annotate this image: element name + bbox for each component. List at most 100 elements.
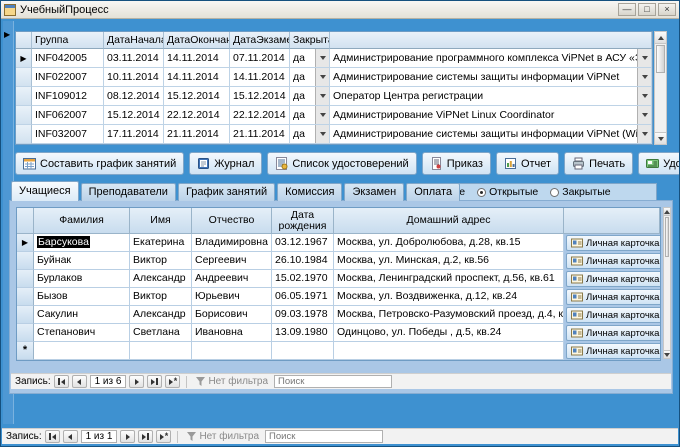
start-date-cell[interactable]: 03.11.2014: [104, 49, 164, 68]
journal-button[interactable]: Журнал: [189, 152, 262, 175]
dropdown-arrow-icon[interactable]: [637, 87, 651, 105]
scrollbar-thumb[interactable]: [665, 217, 669, 257]
column-header-firstname[interactable]: Имя: [130, 208, 192, 234]
row-selector[interactable]: [16, 68, 32, 87]
start-date-cell[interactable]: 10.11.2014: [104, 68, 164, 87]
new-record-button[interactable]: *: [156, 430, 171, 443]
birthdate-cell[interactable]: 06.05.1971: [272, 288, 334, 306]
new-record-button[interactable]: *: [165, 375, 180, 388]
first-record-button[interactable]: [45, 430, 60, 443]
row-selector[interactable]: ▶: [16, 49, 32, 68]
certificate-button[interactable]: Удостоверение: [638, 152, 680, 175]
dropdown-arrow-icon[interactable]: [637, 125, 651, 143]
column-header-address[interactable]: Домашний адрес: [334, 208, 564, 234]
closed-cell[interactable]: да: [290, 49, 330, 68]
personal-card-button[interactable]: Личная карточка: [566, 325, 660, 341]
scroll-down-button[interactable]: [655, 132, 666, 144]
make-schedule-button[interactable]: Составить график занятий: [15, 152, 184, 175]
personal-card-button[interactable]: Личная карточка: [566, 307, 660, 323]
last-record-button[interactable]: [147, 375, 162, 388]
search-input[interactable]: [265, 430, 383, 443]
address-cell[interactable]: Москва, Ленинградский проспект, д.56, кв…: [334, 270, 564, 288]
firstname-cell[interactable]: Александр: [130, 306, 192, 324]
firstname-cell[interactable]: [130, 342, 192, 360]
lastname-cell[interactable]: Бурлаков: [34, 270, 130, 288]
lastname-cell[interactable]: Степанович: [34, 324, 130, 342]
firstname-cell[interactable]: Екатерина: [130, 234, 192, 252]
firstname-cell[interactable]: Виктор: [130, 288, 192, 306]
title-bar[interactable]: УчебныйПроцесс — □ ×: [1, 1, 679, 19]
previous-record-button[interactable]: [72, 375, 87, 388]
column-header-course[interactable]: [330, 32, 652, 49]
personal-card-button[interactable]: Личная карточка: [566, 253, 660, 269]
address-cell[interactable]: Одинцово, ул. Победы , д.5, кв.24: [334, 324, 564, 342]
tab-commission[interactable]: Комиссия: [277, 183, 342, 201]
group-cell[interactable]: INF109012: [32, 87, 104, 106]
start-date-cell[interactable]: 08.12.2014: [104, 87, 164, 106]
lastname-cell[interactable]: Сакулин: [34, 306, 130, 324]
address-cell[interactable]: [334, 342, 564, 360]
tab-students[interactable]: Учащиеся: [11, 181, 79, 201]
column-header-exam-date[interactable]: ДатаЭкзамена: [230, 32, 290, 49]
next-record-button[interactable]: [120, 430, 135, 443]
group-cell[interactable]: INF062007: [32, 106, 104, 125]
order-button[interactable]: Приказ: [422, 152, 491, 175]
scroll-up-button[interactable]: [664, 208, 670, 216]
groups-vertical-scrollbar[interactable]: [654, 31, 667, 145]
row-selector[interactable]: [16, 87, 32, 106]
close-button[interactable]: ×: [658, 3, 676, 16]
lastname-cell[interactable]: [34, 342, 130, 360]
row-selector[interactable]: [17, 270, 34, 288]
start-date-cell[interactable]: 17.11.2014: [104, 125, 164, 144]
minimize-button[interactable]: —: [618, 3, 636, 16]
course-cell[interactable]: Администрирование системы защиты информа…: [330, 68, 652, 87]
row-selector[interactable]: [16, 125, 32, 144]
radio-selected-icon[interactable]: [477, 188, 486, 197]
middlename-cell[interactable]: Андреевич: [192, 270, 272, 288]
dropdown-arrow-icon[interactable]: [315, 68, 329, 86]
dropdown-arrow-icon[interactable]: [315, 49, 329, 67]
select-all-corner[interactable]: [16, 32, 32, 49]
last-record-button[interactable]: [138, 430, 153, 443]
column-header-end-date[interactable]: ДатаОкончания: [164, 32, 230, 49]
middlename-cell[interactable]: [192, 342, 272, 360]
tab-schedule[interactable]: График занятий: [178, 183, 275, 201]
lastname-cell[interactable]: Буйнак: [34, 252, 130, 270]
radio-icon[interactable]: [550, 188, 559, 197]
scroll-down-button[interactable]: [664, 350, 670, 358]
row-selector[interactable]: [17, 324, 34, 342]
middlename-cell[interactable]: Борисович: [192, 306, 272, 324]
exam-date-cell[interactable]: 14.11.2014: [230, 68, 290, 87]
search-input[interactable]: [274, 375, 392, 388]
middlename-cell[interactable]: Юрьевич: [192, 288, 272, 306]
dropdown-arrow-icon[interactable]: [637, 106, 651, 124]
report-button[interactable]: Отчет: [496, 152, 559, 175]
row-selector[interactable]: [17, 306, 34, 324]
end-date-cell[interactable]: 14.11.2014: [164, 49, 230, 68]
dropdown-arrow-icon[interactable]: [637, 49, 651, 67]
filter-option-open[interactable]: Открытые: [477, 186, 538, 198]
address-cell[interactable]: Москва, Петровско-Разумовский проезд, д.…: [334, 306, 564, 324]
certificates-list-button[interactable]: Список удостоверений: [267, 152, 416, 175]
maximize-button[interactable]: □: [638, 3, 656, 16]
course-cell[interactable]: Администрирование системы защиты информа…: [330, 125, 652, 144]
group-cell[interactable]: INF022007: [32, 68, 104, 87]
next-record-button[interactable]: [129, 375, 144, 388]
firstname-cell[interactable]: Александр: [130, 270, 192, 288]
no-filter-button[interactable]: Нет фильтра: [184, 430, 262, 443]
tab-exam[interactable]: Экзамен: [344, 183, 404, 201]
firstname-cell[interactable]: Светлана: [130, 324, 192, 342]
birthdate-cell[interactable]: 09.03.1978: [272, 306, 334, 324]
address-cell[interactable]: Москва, ул. Минская, д.2, кв.56: [334, 252, 564, 270]
closed-cell[interactable]: да: [290, 125, 330, 144]
course-cell[interactable]: Администрирование программного комплекса…: [330, 49, 652, 68]
birthdate-cell[interactable]: 03.12.1967: [272, 234, 334, 252]
end-date-cell[interactable]: 21.11.2014: [164, 125, 230, 144]
column-header-birthdate[interactable]: Дата рождения: [272, 208, 334, 234]
middlename-cell[interactable]: Сергеевич: [192, 252, 272, 270]
group-cell[interactable]: INF032007: [32, 125, 104, 144]
column-header-lastname[interactable]: Фамилия: [34, 208, 130, 234]
end-date-cell[interactable]: 22.12.2014: [164, 106, 230, 125]
dropdown-arrow-icon[interactable]: [315, 106, 329, 124]
tab-payment[interactable]: Оплата: [406, 183, 460, 201]
